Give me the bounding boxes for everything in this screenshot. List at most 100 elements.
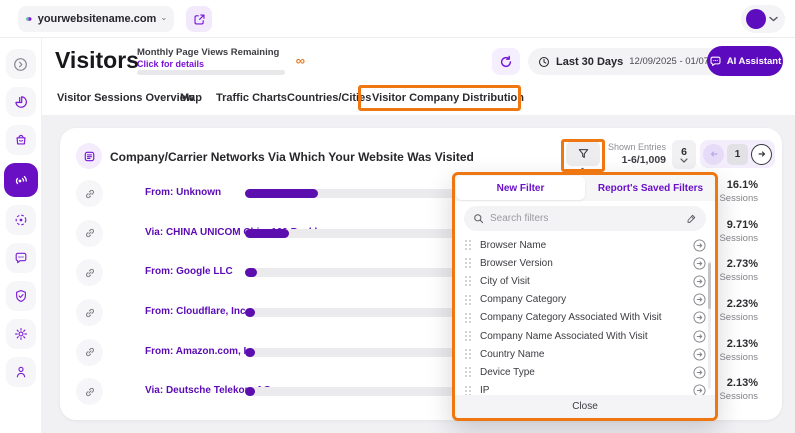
link-icon xyxy=(76,339,103,366)
filter-item-label: Company Category Associated With Visit xyxy=(480,312,685,323)
filter-item[interactable]: Company Category Associated With Visit xyxy=(464,309,706,327)
drag-handle-icon[interactable] xyxy=(464,257,472,269)
sidebar-item-goals[interactable] xyxy=(6,205,36,235)
chat-bubble-icon xyxy=(14,251,28,265)
sidebar xyxy=(0,38,42,433)
external-link-icon xyxy=(193,13,206,26)
sidebar-item-dashboard[interactable] xyxy=(6,87,36,117)
shown-entries: Shown Entries 1-6/1,009 xyxy=(604,142,666,166)
gear-icon xyxy=(14,327,28,341)
link-icon xyxy=(76,259,103,286)
sidebar-toggle[interactable] xyxy=(6,49,36,79)
tab-visitor-sessions-overview[interactable]: Visitor Sessions Overview xyxy=(57,92,194,104)
drag-handle-icon[interactable] xyxy=(464,348,472,360)
filter-search-input[interactable] xyxy=(490,213,679,224)
company-label[interactable]: From: Cloudflare, Inc. xyxy=(145,306,248,317)
filter-list-scrollbar[interactable] xyxy=(708,261,711,389)
sidebar-item-visitors[interactable] xyxy=(4,163,38,197)
open-website-button[interactable] xyxy=(186,6,212,32)
filter-item-label: City of Visit xyxy=(480,276,685,287)
filter-item-label: Browser Version xyxy=(480,258,685,269)
app-window: yourwebsitename.com xyxy=(0,0,795,433)
shown-entries-label: Shown Entries xyxy=(604,142,666,152)
tab-countries-cities[interactable]: Countries/Cities xyxy=(287,92,371,104)
bar-fill xyxy=(245,229,289,238)
ai-assistant-label: AI Assistant xyxy=(727,56,782,67)
target-icon xyxy=(14,213,28,227)
filter-item-label: Device Type xyxy=(480,367,685,378)
filter-item-label: Company Name Associated With Visit xyxy=(480,331,685,342)
open-filter-icon[interactable] xyxy=(693,348,706,361)
filter-item[interactable]: Company Name Associated With Visit xyxy=(464,327,706,345)
link-icon xyxy=(76,378,103,405)
page-title: Visitors xyxy=(55,47,139,74)
open-filter-icon[interactable] xyxy=(693,257,706,270)
sidebar-item-settings[interactable] xyxy=(6,319,36,349)
filter-button[interactable] xyxy=(566,141,600,166)
chevron-down-icon xyxy=(162,16,166,22)
open-filter-icon[interactable] xyxy=(693,311,706,324)
close-button[interactable]: Close xyxy=(455,395,715,418)
filter-item[interactable]: Device Type xyxy=(464,363,706,381)
filter-panel: New Filter Report's Saved Filters Browse… xyxy=(452,172,718,421)
tab-traffic-charts[interactable]: Traffic Charts xyxy=(216,92,287,104)
avatar xyxy=(746,9,766,29)
next-page-button[interactable] xyxy=(751,144,772,165)
refresh-button[interactable] xyxy=(492,48,520,75)
website-selector[interactable]: yourwebsitename.com xyxy=(18,6,174,32)
bar-fill xyxy=(245,387,255,396)
current-page[interactable]: 1 xyxy=(727,144,748,165)
company-label[interactable]: From: Unknown xyxy=(145,187,221,198)
filter-item[interactable]: Country Name xyxy=(464,345,706,363)
tab-reports-saved-filters[interactable]: Report's Saved Filters xyxy=(586,175,715,201)
scrollbar-thumb[interactable] xyxy=(708,263,711,309)
user-menu[interactable] xyxy=(741,5,785,33)
sidebar-item-feedback[interactable] xyxy=(6,243,36,273)
arrow-right-circle-icon xyxy=(13,57,28,72)
filter-item-label: Browser Name xyxy=(480,240,685,251)
previous-page-button[interactable] xyxy=(703,144,724,165)
drag-handle-icon[interactable] xyxy=(464,239,472,251)
sidebar-item-account[interactable] xyxy=(6,357,36,387)
user-pin-icon xyxy=(14,365,28,379)
bar-fill xyxy=(245,308,255,317)
shield-check-icon xyxy=(14,289,28,303)
drag-handle-icon[interactable] xyxy=(464,366,472,378)
quota-details-link[interactable]: Click for details xyxy=(137,59,287,69)
sidebar-item-security[interactable] xyxy=(6,281,36,311)
open-filter-icon[interactable] xyxy=(693,275,706,288)
tab-new-filter[interactable]: New Filter xyxy=(456,176,585,200)
report-icon xyxy=(76,143,102,169)
link-icon xyxy=(76,220,103,247)
tab-map[interactable]: Map xyxy=(180,92,202,104)
card-title: Company/Carrier Networks Via Which Your … xyxy=(110,150,474,164)
search-icon xyxy=(473,213,484,224)
filter-item[interactable]: Company Category xyxy=(464,291,706,309)
drag-handle-icon[interactable] xyxy=(464,312,472,324)
sidebar-item-inbox[interactable] xyxy=(6,125,36,155)
drag-handle-icon[interactable] xyxy=(464,294,472,306)
tab-visitor-company-distribution[interactable]: Visitor Company Distribution xyxy=(372,92,524,104)
quota-label: Monthly Page Views Remaining xyxy=(137,47,287,58)
filter-item[interactable]: City of Visit xyxy=(464,272,706,290)
filter-item[interactable]: Browser Name xyxy=(464,236,706,254)
quota-block: Monthly Page Views Remaining Click for d… xyxy=(137,47,287,69)
company-label[interactable]: From: Google LLC xyxy=(145,266,233,277)
bar-fill xyxy=(245,268,257,277)
open-filter-icon[interactable] xyxy=(693,330,706,343)
clear-filters-icon[interactable] xyxy=(685,213,697,225)
page-size-select[interactable]: 6 xyxy=(672,140,696,169)
drag-handle-icon[interactable] xyxy=(464,275,472,287)
pie-chart-icon xyxy=(14,95,28,109)
page-size-value: 6 xyxy=(681,146,687,158)
drag-handle-icon[interactable] xyxy=(464,330,472,342)
filter-item-label: Country Name xyxy=(480,349,685,360)
filter-item[interactable]: Browser Version xyxy=(464,254,706,272)
date-preset-label: Last 30 Days xyxy=(556,56,623,68)
company-label[interactable]: From: Amazon.com, Inc. xyxy=(145,346,261,357)
open-filter-icon[interactable] xyxy=(693,366,706,379)
open-filter-icon[interactable] xyxy=(693,293,706,306)
chevron-down-icon xyxy=(769,16,778,22)
ai-assistant-button[interactable]: AI Assistant xyxy=(707,46,783,76)
open-filter-icon[interactable] xyxy=(693,239,706,252)
